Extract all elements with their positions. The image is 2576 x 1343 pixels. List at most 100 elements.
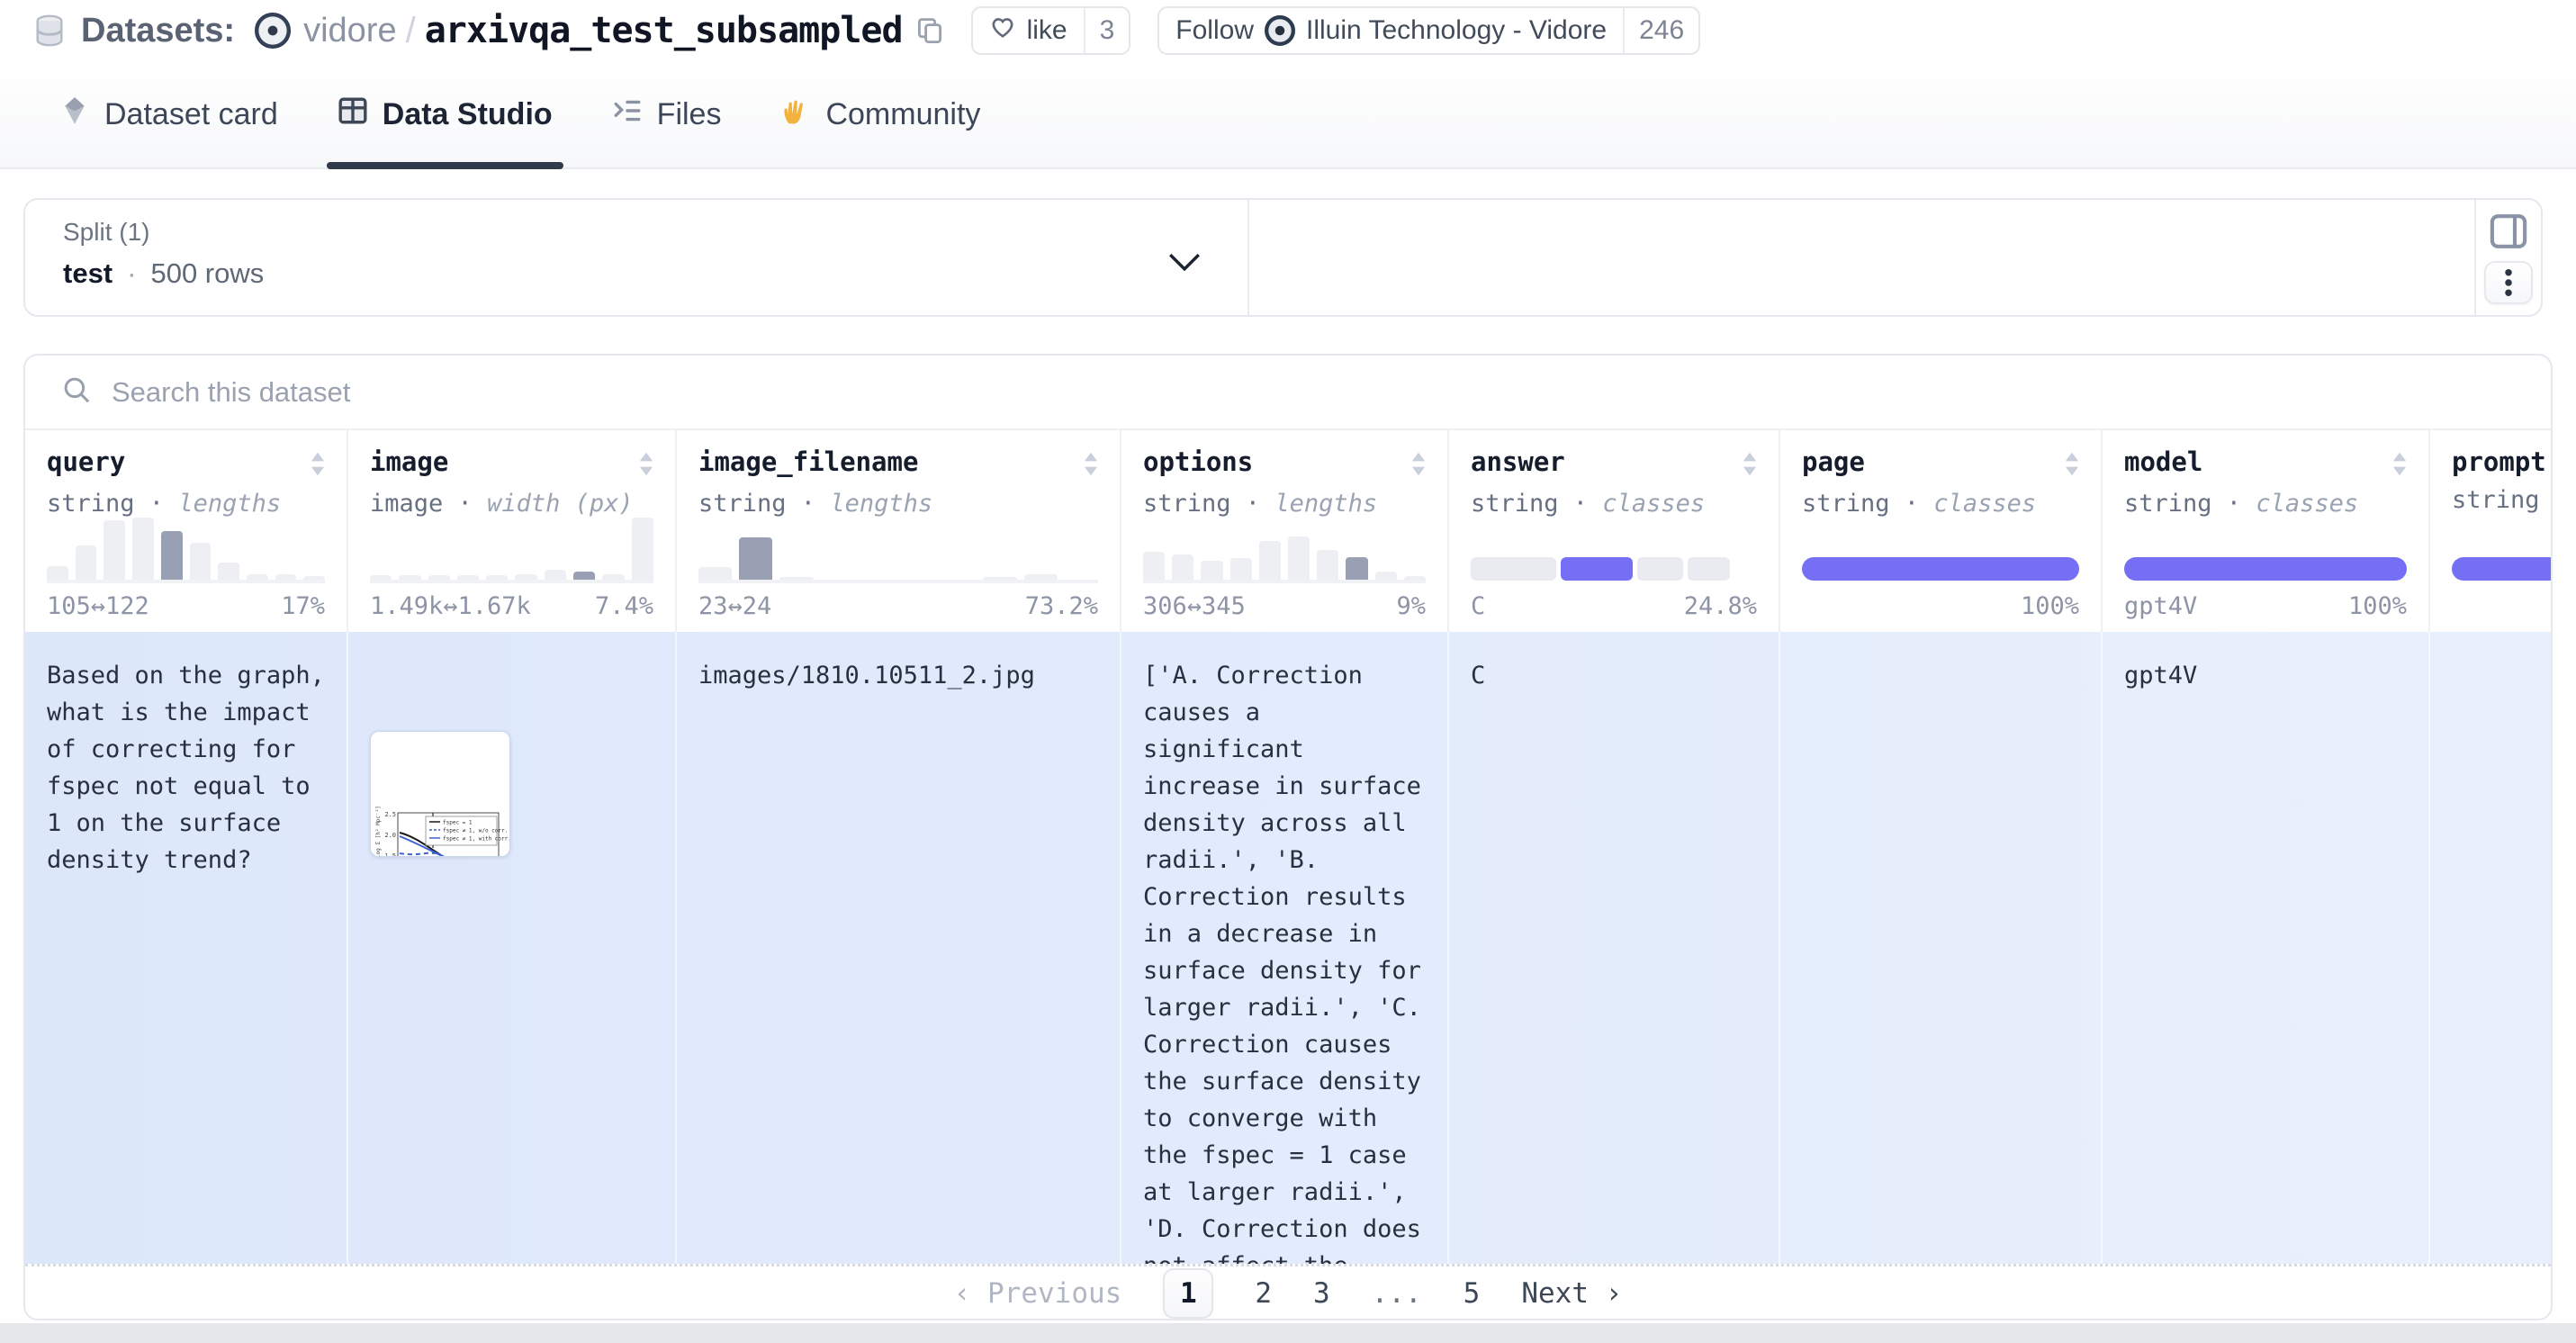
histogram-bar	[486, 575, 508, 580]
column-header-options[interactable]: optionsstring · lengths306↔3459%	[1121, 430, 1449, 632]
stat-range: 1.49k↔1.67k	[370, 592, 531, 621]
column-type: image · width (px)	[370, 490, 653, 518]
sort-icon[interactable]	[1743, 452, 1757, 481]
column-header-image[interactable]: imageimage · width (px)1.49k↔1.67k7.4%	[348, 430, 677, 632]
page-button[interactable]: 2	[1255, 1277, 1272, 1310]
histogram-bar	[1288, 536, 1310, 580]
panel-toggle-icon[interactable]	[2489, 212, 2528, 255]
tab-data-studio[interactable]: Data Studio	[338, 61, 553, 167]
row-image-thumbnail[interactable]: fspec = 1 fspec ≠ 1, w/o corr. fspec ≠ 1…	[370, 731, 510, 857]
stat-percent: 24.8%	[1684, 592, 1757, 621]
table-icon	[338, 95, 368, 134]
histogram-bar	[573, 572, 595, 580]
table-header-row: querystring · lengths105↔12217%imageimag…	[25, 430, 2551, 632]
stat-range: gpt4V	[2124, 592, 2197, 621]
sort-icon[interactable]	[1411, 452, 1426, 481]
column-name: answer	[1471, 446, 1565, 477]
sort-icon[interactable]	[2065, 452, 2079, 481]
copy-icon[interactable]	[915, 16, 944, 45]
column-type: string · lengths	[1143, 490, 1426, 518]
stat-range: 105↔122	[47, 592, 149, 621]
next-page-button[interactable]: Next ›	[1521, 1277, 1622, 1310]
histogram-bar	[247, 574, 268, 580]
tab-label: Community	[825, 97, 980, 132]
histogram-bar	[1317, 550, 1338, 580]
class-bar-segment	[1471, 557, 1556, 581]
split-toolbar: Split (1) test · 500 rows	[23, 198, 2543, 317]
cell-model: gpt4V	[2103, 632, 2430, 1264]
histogram-bar	[1024, 574, 1058, 580]
class-bar-segment	[1802, 557, 2079, 581]
tab-community[interactable]: Community	[780, 61, 980, 167]
cell-prompt	[2430, 632, 2553, 1264]
histogram-bar	[370, 575, 392, 580]
class-bar-segment	[1688, 557, 1731, 581]
histogram-bar	[1346, 557, 1367, 580]
follow-org-name: Illuin Technology - Vidore	[1306, 15, 1607, 46]
owner-avatar[interactable]	[255, 13, 291, 49]
histogram-bar	[399, 575, 420, 580]
class-bar-segment	[1561, 557, 1633, 581]
page-button[interactable]: 3	[1313, 1277, 1330, 1310]
histogram-bar	[428, 575, 450, 580]
table-row[interactable]: Based on the graph, what is the impact o…	[25, 632, 2551, 1264]
histogram-bar	[104, 520, 125, 580]
histogram-bar	[632, 518, 653, 580]
column-histogram	[47, 518, 325, 583]
heart-icon	[989, 14, 1016, 48]
column-stats: 100%	[1802, 592, 2079, 621]
stat-range: 23↔24	[698, 592, 771, 621]
split-selector[interactable]: Split (1) test · 500 rows	[25, 200, 1249, 315]
histogram-bar	[47, 566, 68, 580]
sort-icon[interactable]	[2392, 452, 2407, 481]
follow-count[interactable]: 246	[1623, 8, 1698, 53]
kebab-menu-button[interactable]	[2484, 261, 2533, 304]
stat-range: 306↔345	[1143, 592, 1246, 621]
search-bar	[25, 356, 2551, 430]
cell-options: ['A. Correction causes a significant inc…	[1121, 632, 1449, 1264]
cell-image-filename: images/1810.10511_2.jpg	[677, 632, 1121, 1264]
column-type: string · lengths	[698, 490, 1098, 518]
bottom-scroll-strip[interactable]	[0, 1323, 2576, 1343]
view-controls	[2474, 200, 2541, 315]
hand-icon	[780, 95, 811, 134]
previous-page-button[interactable]: ‹ Previous	[954, 1277, 1122, 1310]
cell-query: Based on the graph, what is the impact o…	[25, 632, 348, 1264]
column-stats: 23↔2473.2%	[698, 592, 1098, 621]
page-button-current[interactable]: 1	[1163, 1268, 1213, 1319]
column-header-image_filename[interactable]: image_filenamestring · lengths23↔2473.2%	[677, 430, 1121, 632]
page-ellipsis: ...	[1372, 1277, 1422, 1310]
column-header-prompt[interactable]: promptstring	[2430, 430, 2553, 632]
search-input[interactable]	[112, 376, 1372, 409]
page-button[interactable]: 5	[1464, 1277, 1481, 1310]
column-stats: C24.8%	[1471, 592, 1757, 621]
column-header-answer[interactable]: answerstring · classesC24.8%	[1449, 430, 1780, 632]
tab-dataset-card[interactable]: Dataset card	[59, 61, 278, 167]
histogram-bar	[132, 518, 154, 580]
column-stats: 105↔12217%	[47, 592, 325, 621]
owner-link[interactable]: vidore	[303, 12, 397, 50]
column-type: string · lengths	[47, 490, 325, 518]
sort-icon[interactable]	[311, 452, 325, 481]
tab-files[interactable]: Files	[612, 61, 722, 167]
sort-icon[interactable]	[639, 452, 653, 481]
histogram-bar	[1201, 561, 1222, 580]
like-button[interactable]: like 3	[971, 6, 1131, 55]
column-header-model[interactable]: modelstring · classesgpt4V100%	[2103, 430, 2430, 632]
plot-legend-entry: fspec ≠ 1, w/o corr.	[443, 828, 508, 834]
column-name: model	[2124, 446, 2202, 477]
class-bar-segment	[2452, 557, 2553, 581]
plot-ytick: 2.5	[384, 811, 396, 818]
column-name: prompt	[2452, 446, 2546, 477]
column-header-page[interactable]: pagestring · classes100%	[1780, 430, 2103, 632]
like-count[interactable]: 3	[1084, 8, 1130, 53]
cell-image: fspec = 1 fspec ≠ 1, w/o corr. fspec ≠ 1…	[348, 632, 677, 1264]
follow-button[interactable]: Follow Illuin Technology - Vidore 246	[1157, 6, 1700, 55]
histogram-bar	[190, 543, 212, 580]
sort-icon[interactable]	[1084, 452, 1098, 481]
column-header-query[interactable]: querystring · lengths105↔12217%	[25, 430, 348, 632]
dataset-name[interactable]: arxivqa_test_subsampled	[425, 10, 903, 51]
column-class-bar	[1802, 557, 2079, 581]
histogram-bar	[698, 567, 732, 580]
column-name: image	[370, 446, 448, 477]
